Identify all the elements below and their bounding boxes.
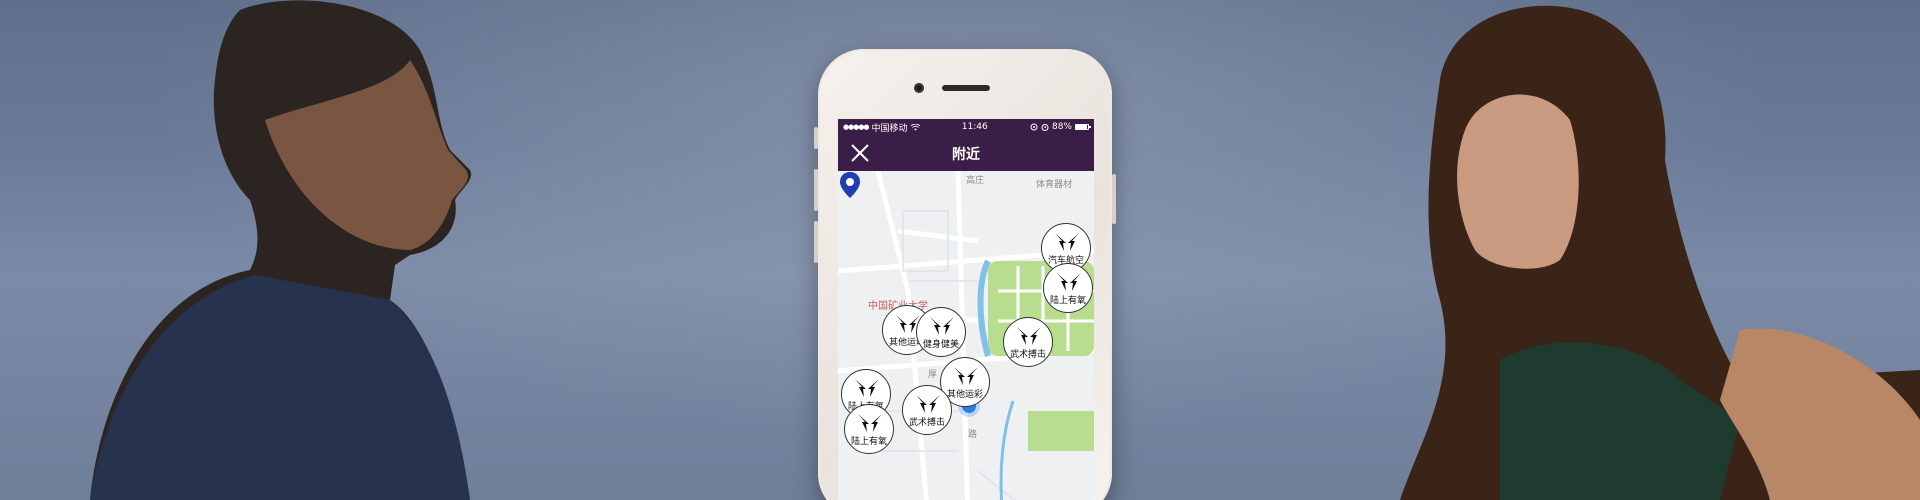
venue-marker[interactable]: 陆上有氧: [1043, 263, 1093, 313]
clock: 11:46: [961, 122, 988, 132]
volume-down-button: [814, 221, 818, 263]
venue-marker-label: 武术搏击: [908, 418, 945, 428]
wifi-icon: [910, 123, 920, 131]
venue-logo-icon: [1017, 327, 1041, 345]
venue-marker[interactable]: 健身健美: [916, 307, 966, 357]
venue-logo-icon: [930, 317, 954, 335]
volume-up-button: [814, 169, 818, 211]
venue-logo-icon: [916, 395, 940, 413]
battery-icon: [1074, 124, 1091, 130]
alarm-icon: [1041, 124, 1049, 131]
page-title: 附近: [952, 147, 980, 163]
mute-switch: [814, 127, 818, 149]
map-label: 厚: [928, 370, 938, 380]
signal-strength-icon: ●●●●●: [843, 123, 870, 131]
battery-level-fill: [1075, 125, 1087, 129]
phone-mockup: ●●●●● 中国移动 11:46 88% 附近 高庄 体育器材 厚 路 汽车航空…: [814, 49, 1116, 500]
venue-logo-icon: [855, 379, 879, 397]
hero-banner: ●●●●● 中国移动 11:46 88% 附近 高庄 体育器材 厚 路 汽车航空…: [0, 0, 1920, 500]
map-label: 体育器材: [1036, 180, 1073, 190]
venue-marker-label: 健身健美: [922, 340, 959, 350]
venue-marker-label: 陆上有氧: [1049, 296, 1086, 306]
power-button: [1112, 174, 1116, 224]
woman-photo: [1400, 5, 1920, 500]
venue-marker[interactable]: 武术搏击: [1003, 317, 1053, 367]
venue-logo-icon: [1057, 273, 1081, 291]
nav-bar: 附近: [838, 135, 1094, 171]
map-label: 高庄: [966, 176, 985, 186]
earpiece-speaker: [942, 85, 990, 91]
battery-percent: 88%: [1051, 122, 1072, 132]
venue-logo-icon: [858, 414, 882, 432]
venue-marker[interactable]: 武术搏击: [902, 385, 952, 435]
location-services-icon: [1030, 123, 1038, 131]
carrier-name: 中国移动: [871, 123, 908, 134]
status-bar: ●●●●● 中国移动 11:46 88%: [838, 119, 1094, 135]
venue-marker-label: 陆上有氧: [850, 437, 887, 447]
venue-marker-label: 武术搏击: [1009, 350, 1046, 360]
venue-marker[interactable]: 陆上有氧: [844, 404, 894, 454]
venue-logo-icon: [954, 367, 978, 385]
phone-screen: ●●●●● 中国移动 11:46 88% 附近 高庄 体育器材 厚 路 汽车航空…: [838, 119, 1094, 500]
man-photo: [90, 0, 472, 500]
location-pin-icon[interactable]: [838, 171, 862, 199]
nearby-map[interactable]: 高庄 体育器材 中国矿业大学 厚 路 汽车航空: [838, 171, 1094, 500]
map-label: 路: [968, 430, 978, 440]
front-camera: [914, 83, 924, 93]
venue-logo-icon: [1055, 233, 1079, 251]
